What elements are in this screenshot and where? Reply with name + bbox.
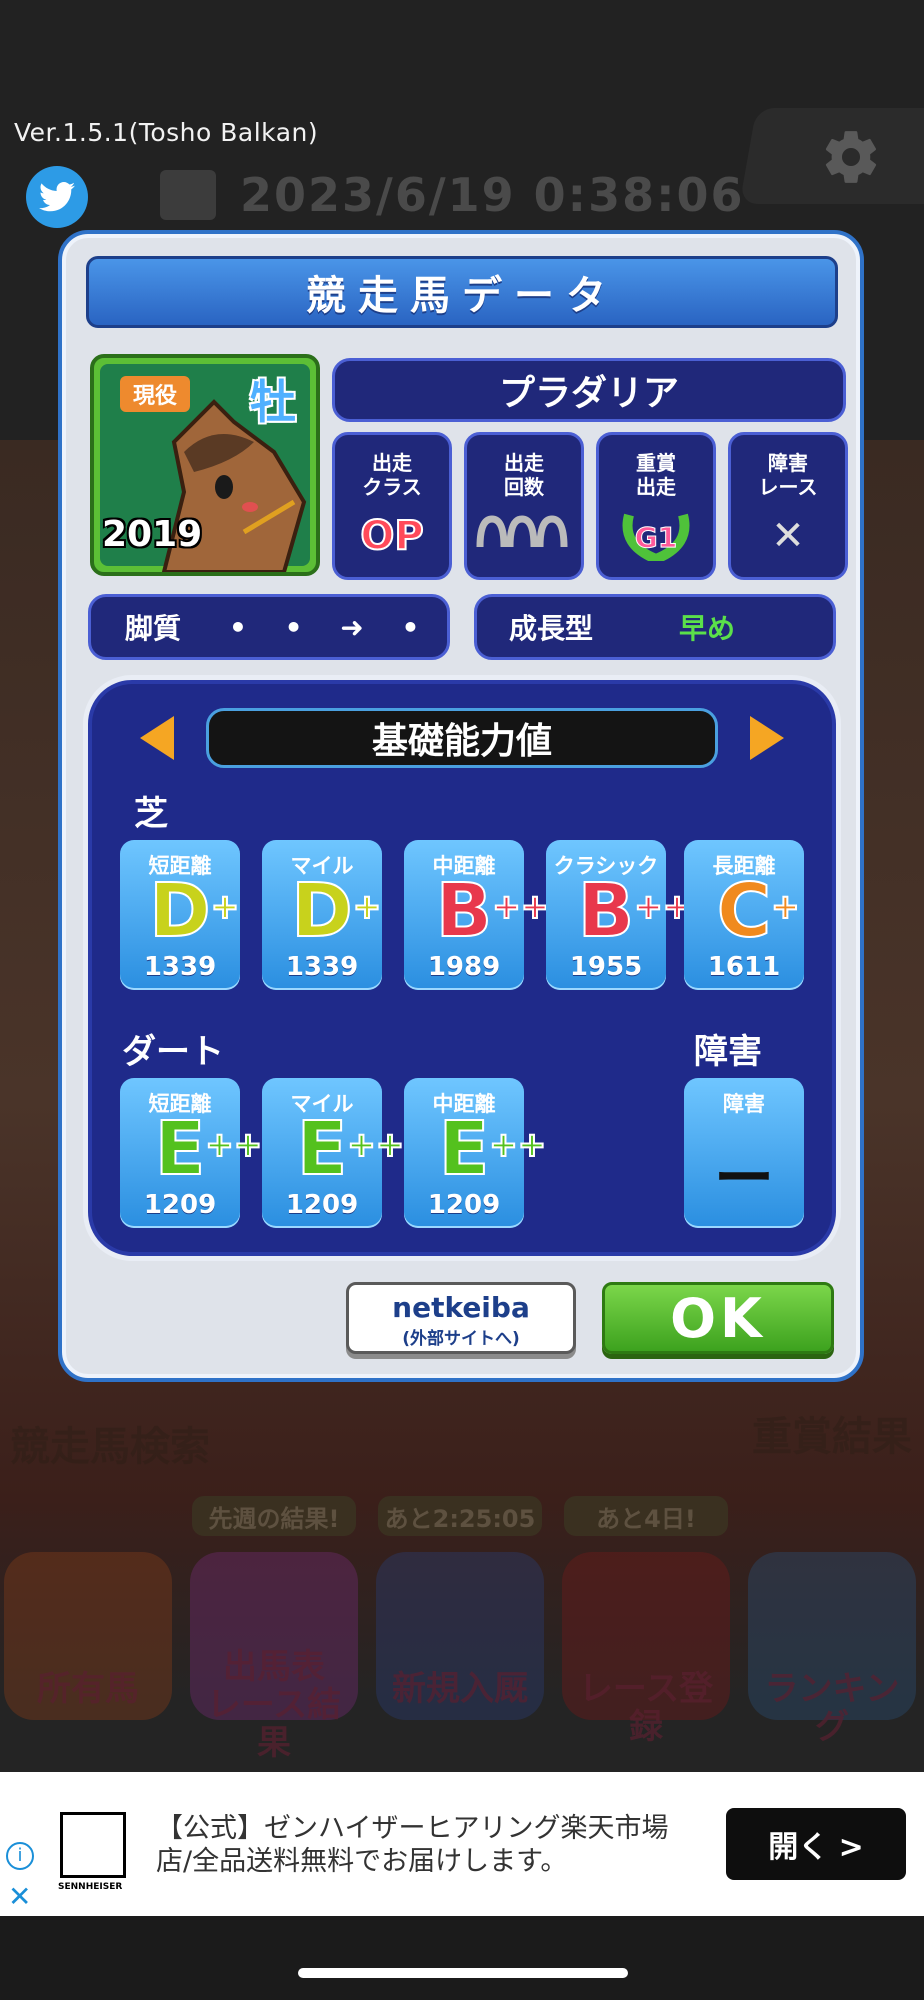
grade-plus: + [770, 886, 800, 928]
grade-value: 1209 [285, 1190, 359, 1220]
turf-grade-card: 中距離 B ++ 1989 [404, 840, 550, 990]
stat-obstacle-value: ✕ [771, 513, 805, 559]
ad-brand: SENNHEISER [58, 1882, 123, 1892]
netkeiba-label: netkeiba [392, 1291, 530, 1324]
ad-text: 【公式】ゼンハイザーヒアリング楽天市場店/全品送料無料でお届けします。 [156, 1813, 669, 1877]
turf-grade-card: クラシック B ++ 1955 [546, 840, 692, 990]
menu-label-new: 新規入厩 [392, 1669, 528, 1709]
grade-value: 1209 [427, 1190, 501, 1220]
dirt-grade-card: 短距離 E ++ 1209 [120, 1078, 264, 1228]
grade-plus: ++ [491, 886, 550, 928]
grade-letter: D + [290, 868, 382, 954]
close-icon[interactable]: ✕ [8, 1880, 31, 1913]
gear-icon[interactable] [820, 126, 882, 188]
grade-plus: ++ [204, 1124, 263, 1166]
grade-plus: + [210, 886, 240, 928]
twitter-button[interactable] [26, 166, 88, 228]
turf-grade-card: マイル D +1339 [262, 840, 382, 990]
stat-obstacle-label: 障害 レース [758, 451, 818, 499]
obstacle-grade-card: 障害 ー [684, 1078, 804, 1228]
horseshoe-icon [476, 515, 568, 548]
dirt-grade-card: マイル E ++ 1209 [262, 1078, 406, 1228]
growth-type-box: 成長型 早め [474, 594, 836, 660]
grade-value: 1209 [143, 1190, 217, 1220]
menu-label-entry: レース登録 [578, 1669, 714, 1747]
grade-letter: E ++ [296, 1106, 406, 1192]
horse-name: プラダリア [332, 358, 846, 422]
sennheiser-logo [60, 1812, 126, 1878]
grade-letter: E ++ [154, 1106, 264, 1192]
netkeiba-button[interactable]: netkeiba (外部サイトへ) [346, 1282, 576, 1354]
grade-plus: ++ [488, 1124, 547, 1166]
birth-year: 2019 [102, 514, 203, 555]
running-style-label: 脚質 [125, 612, 182, 645]
calendar-icon [160, 170, 216, 220]
home-indicator [298, 1968, 628, 1978]
stat-class-label: 出走 クラス [362, 451, 422, 499]
horse-search-label[interactable]: 競走馬検索 [10, 1414, 210, 1472]
info-icon[interactable]: i [6, 1842, 34, 1870]
menu-label-ranking: ランキング [764, 1669, 900, 1747]
stat-graded: 重賞 出走 G1 [596, 432, 716, 580]
datetime-display: 2023/6/19 0:38:06 [240, 168, 745, 222]
next-arrow-icon[interactable] [750, 716, 784, 760]
stat-class: 出走 クラス OP [332, 432, 452, 580]
grade-plus: ++ [346, 1124, 405, 1166]
dirt-grade-card: 中距離 E ++ 1209 [404, 1078, 548, 1228]
grade-value: 1989 [427, 952, 501, 982]
obstacle-card-label: 障害 [723, 1092, 765, 1116]
running-style-dots: • • ➜ • [229, 610, 434, 644]
active-badge: 現役 [120, 376, 190, 412]
modal-title-bar: 競走馬データ [86, 256, 838, 328]
growth-type-label: 成長型 [509, 612, 594, 645]
netkeiba-sub-label: (外部サイトへ) [402, 1329, 520, 1349]
turf-grade-card: 短距離 D +1339 [120, 840, 240, 990]
grade-value: 1955 [569, 952, 643, 982]
ability-panel-title: 基礎能力値 [206, 708, 718, 768]
stat-starts: 出走 回数 [464, 432, 584, 580]
sex-label: 牡 [250, 375, 296, 429]
ok-button[interactable]: OK [602, 1282, 834, 1354]
obstacle-section-label: 障害 [694, 1032, 762, 1072]
ad-open-button[interactable]: 開く > [726, 1808, 906, 1880]
pill-days-left: あと4日! [564, 1496, 728, 1536]
turf-label: 芝 [134, 794, 168, 834]
menu-label-owned: 所有馬 [37, 1669, 139, 1709]
grade-value: 1339 [143, 952, 217, 982]
grade-plus: + [352, 886, 382, 928]
turf-grade-card: 長距離 C +1611 [684, 840, 804, 990]
graded-results-label[interactable]: 重賞結果 [752, 1404, 912, 1462]
grade-letter: B ++ [577, 868, 692, 954]
pill-last-week: 先週の結果! [192, 1496, 356, 1536]
grade-letter: B ++ [435, 868, 550, 954]
stat-starts-label: 出走 回数 [504, 451, 544, 499]
running-style-box: 脚質 • • ➜ • [88, 594, 450, 660]
dirt-label: ダート [122, 1032, 224, 1072]
twitter-icon [39, 182, 75, 212]
growth-type-value: 早め [679, 612, 736, 645]
pill-countdown: あと2:25:05 [378, 1496, 542, 1536]
grade-value: 1611 [707, 952, 781, 982]
grade-value: 1339 [285, 952, 359, 982]
stat-graded-value: G1 [634, 521, 678, 555]
grade-letter: D + [148, 868, 240, 954]
grade-plus: ++ [633, 886, 692, 928]
grade-letter: E ++ [438, 1106, 548, 1192]
obstacle-card-value: ー [714, 1144, 774, 1214]
stat-obstacle: 障害 レース ✕ [728, 432, 848, 580]
stat-graded-label: 重賞 出走 [636, 451, 676, 499]
menu-label-race-card: 出馬表 レース結果 [206, 1647, 342, 1763]
modal-title: 競走馬データ [306, 273, 618, 319]
version-label: Ver.1.5.1(Tosho Balkan) [14, 118, 319, 147]
grade-letter: C + [716, 868, 801, 954]
stat-class-value: OP [359, 512, 424, 560]
prev-arrow-icon[interactable] [140, 716, 174, 760]
